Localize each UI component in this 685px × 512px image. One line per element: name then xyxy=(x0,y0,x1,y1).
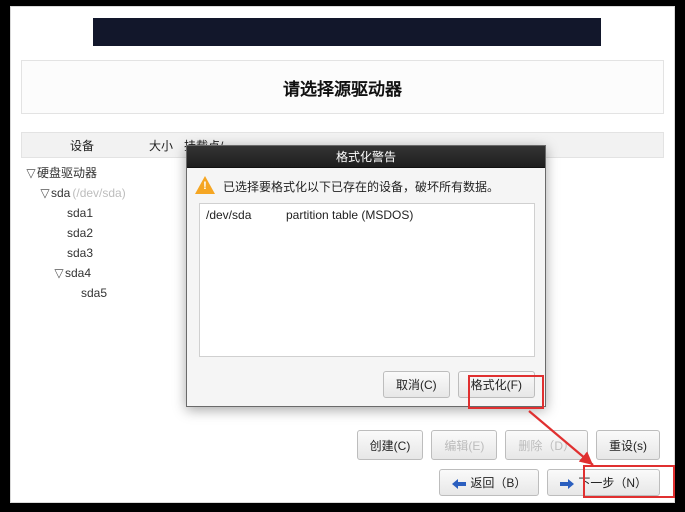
back-label: 返回（B） xyxy=(470,474,526,491)
next-button[interactable]: 下一步（N） xyxy=(547,469,660,496)
device-list: /dev/sda partition table (MSDOS) xyxy=(199,203,535,357)
tree-root-label: 硬盘驱动器 xyxy=(37,163,97,183)
tree-sda4-label: sda4 xyxy=(65,263,91,283)
chevron-down-icon[interactable]: ▽ xyxy=(53,263,65,283)
tree-root[interactable]: ▽ 硬盘驱动器 xyxy=(25,163,180,183)
tree-sda3[interactable]: sda3 xyxy=(25,243,180,263)
dialog-message: 已选择要格式化以下已存在的设备，破坏所有数据。 xyxy=(223,178,535,195)
device-name: /dev/sda xyxy=(206,208,286,222)
back-button[interactable]: 返回（B） xyxy=(439,469,539,496)
chevron-down-icon[interactable]: ▽ xyxy=(39,183,51,203)
next-label: 下一步（N） xyxy=(578,474,647,491)
delete-button: 删除（D） xyxy=(505,430,588,460)
tree-sda5-label: sda5 xyxy=(81,283,107,303)
device-desc: partition table (MSDOS) xyxy=(286,208,413,222)
reset-button[interactable]: 重设(s) xyxy=(596,430,660,460)
tree-sda1-label: sda1 xyxy=(67,203,93,223)
tree-sda-label: sda xyxy=(51,183,70,203)
tree-sda5[interactable]: sda5 xyxy=(25,283,180,303)
chevron-down-icon[interactable]: ▽ xyxy=(25,163,37,183)
cancel-button[interactable]: 取消(C) xyxy=(383,371,450,398)
device-row: /dev/sda partition table (MSDOS) xyxy=(206,208,528,222)
edit-button: 编辑(E) xyxy=(431,430,497,460)
tree-sda2-label: sda2 xyxy=(67,223,93,243)
column-size: 大小 xyxy=(142,137,180,154)
tree-sda3-label: sda3 xyxy=(67,243,93,263)
tree-sda2[interactable]: sda2 xyxy=(25,223,180,243)
dialog-body: 已选择要格式化以下已存在的设备，破坏所有数据。 /dev/sda partiti… xyxy=(187,168,545,368)
warning-icon xyxy=(195,176,215,196)
device-tree[interactable]: ▽ 硬盘驱动器 ▽ sda (/dev/sda) sda1 sda2 sda3 … xyxy=(25,163,180,303)
installer-window: 请选择源驱动器 设备 大小 挂载点/ ▽ 硬盘驱动器 ▽ sda (/dev/s… xyxy=(10,6,675,503)
tree-sda1[interactable]: sda1 xyxy=(25,203,180,223)
title-band: 请选择源驱动器 xyxy=(21,60,664,114)
header-banner xyxy=(93,18,601,46)
partition-buttons-row: 创建(C) 编辑(E) 删除（D） 重设(s) xyxy=(21,430,664,460)
dialog-title: 格式化警告 xyxy=(187,146,545,168)
column-device: 设备 xyxy=(22,137,142,154)
format-button[interactable]: 格式化(F) xyxy=(458,371,535,398)
nav-row: 返回（B） 下一步（N） xyxy=(439,469,660,496)
create-button[interactable]: 创建(C) xyxy=(357,430,424,460)
page-title: 请选择源驱动器 xyxy=(283,75,402,100)
tree-sda-dev: (/dev/sda) xyxy=(72,183,125,203)
tree-sda[interactable]: ▽ sda (/dev/sda) xyxy=(25,183,180,203)
arrow-right-icon xyxy=(560,478,574,488)
format-warning-dialog: 格式化警告 已选择要格式化以下已存在的设备，破坏所有数据。 /dev/sda p… xyxy=(186,145,546,407)
tree-sda4[interactable]: ▽ sda4 xyxy=(25,263,180,283)
arrow-left-icon xyxy=(452,478,466,488)
